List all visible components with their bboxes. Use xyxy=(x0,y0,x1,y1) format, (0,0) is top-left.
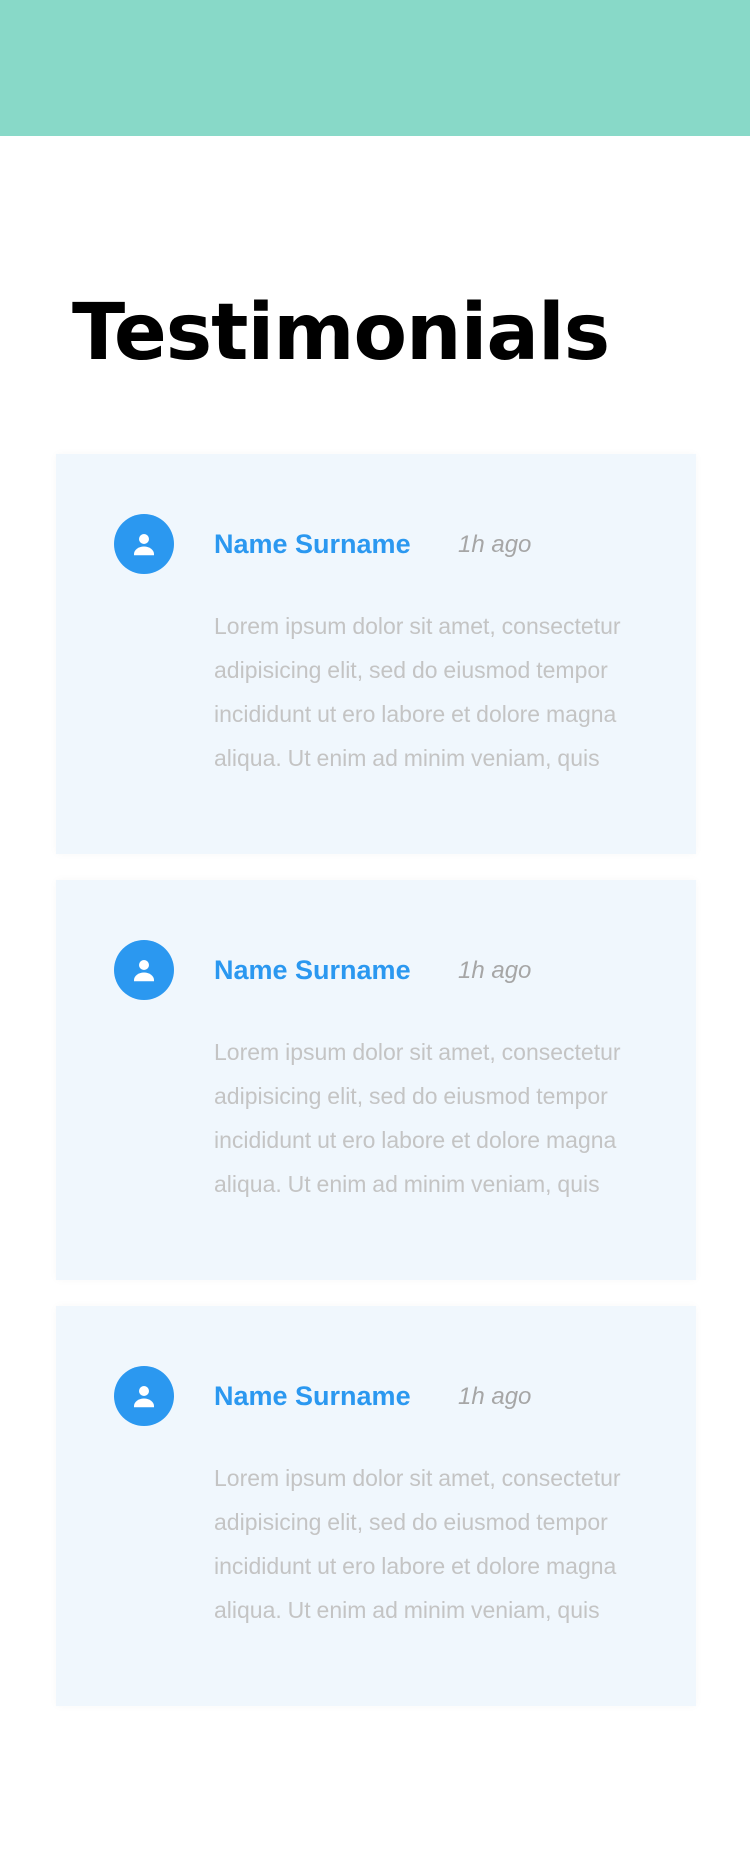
avatar xyxy=(114,1366,174,1426)
testimonial-text: Lorem ipsum dolor sit amet, consectetur … xyxy=(214,1039,621,1197)
testimonial-card: Name Surname 1h ago Lorem ipsum dolor si… xyxy=(56,454,696,854)
testimonial-author-name: Name Surname xyxy=(214,1381,411,1411)
testimonial-timestamp: 1h ago xyxy=(458,1383,532,1410)
testimonial-card: Name Surname 1h ago Lorem ipsum dolor si… xyxy=(56,880,696,1280)
page-title: Testimonials xyxy=(72,288,610,378)
testimonial-timestamp: 1h ago xyxy=(458,957,532,984)
testimonial-text: Lorem ipsum dolor sit amet, consectetur … xyxy=(214,1465,621,1623)
testimonial-author-name: Name Surname xyxy=(214,955,411,985)
avatar xyxy=(114,940,174,1000)
header-bar xyxy=(0,0,750,136)
person-icon xyxy=(134,534,154,556)
testimonial-timestamp: 1h ago xyxy=(458,531,532,558)
testimonial-author-name: Name Surname xyxy=(214,529,411,559)
person-icon xyxy=(134,960,154,982)
testimonial-card: Name Surname 1h ago Lorem ipsum dolor si… xyxy=(56,1306,696,1706)
person-icon xyxy=(134,1386,154,1408)
avatar xyxy=(114,514,174,574)
testimonial-text: Lorem ipsum dolor sit amet, consectetur … xyxy=(214,613,621,771)
